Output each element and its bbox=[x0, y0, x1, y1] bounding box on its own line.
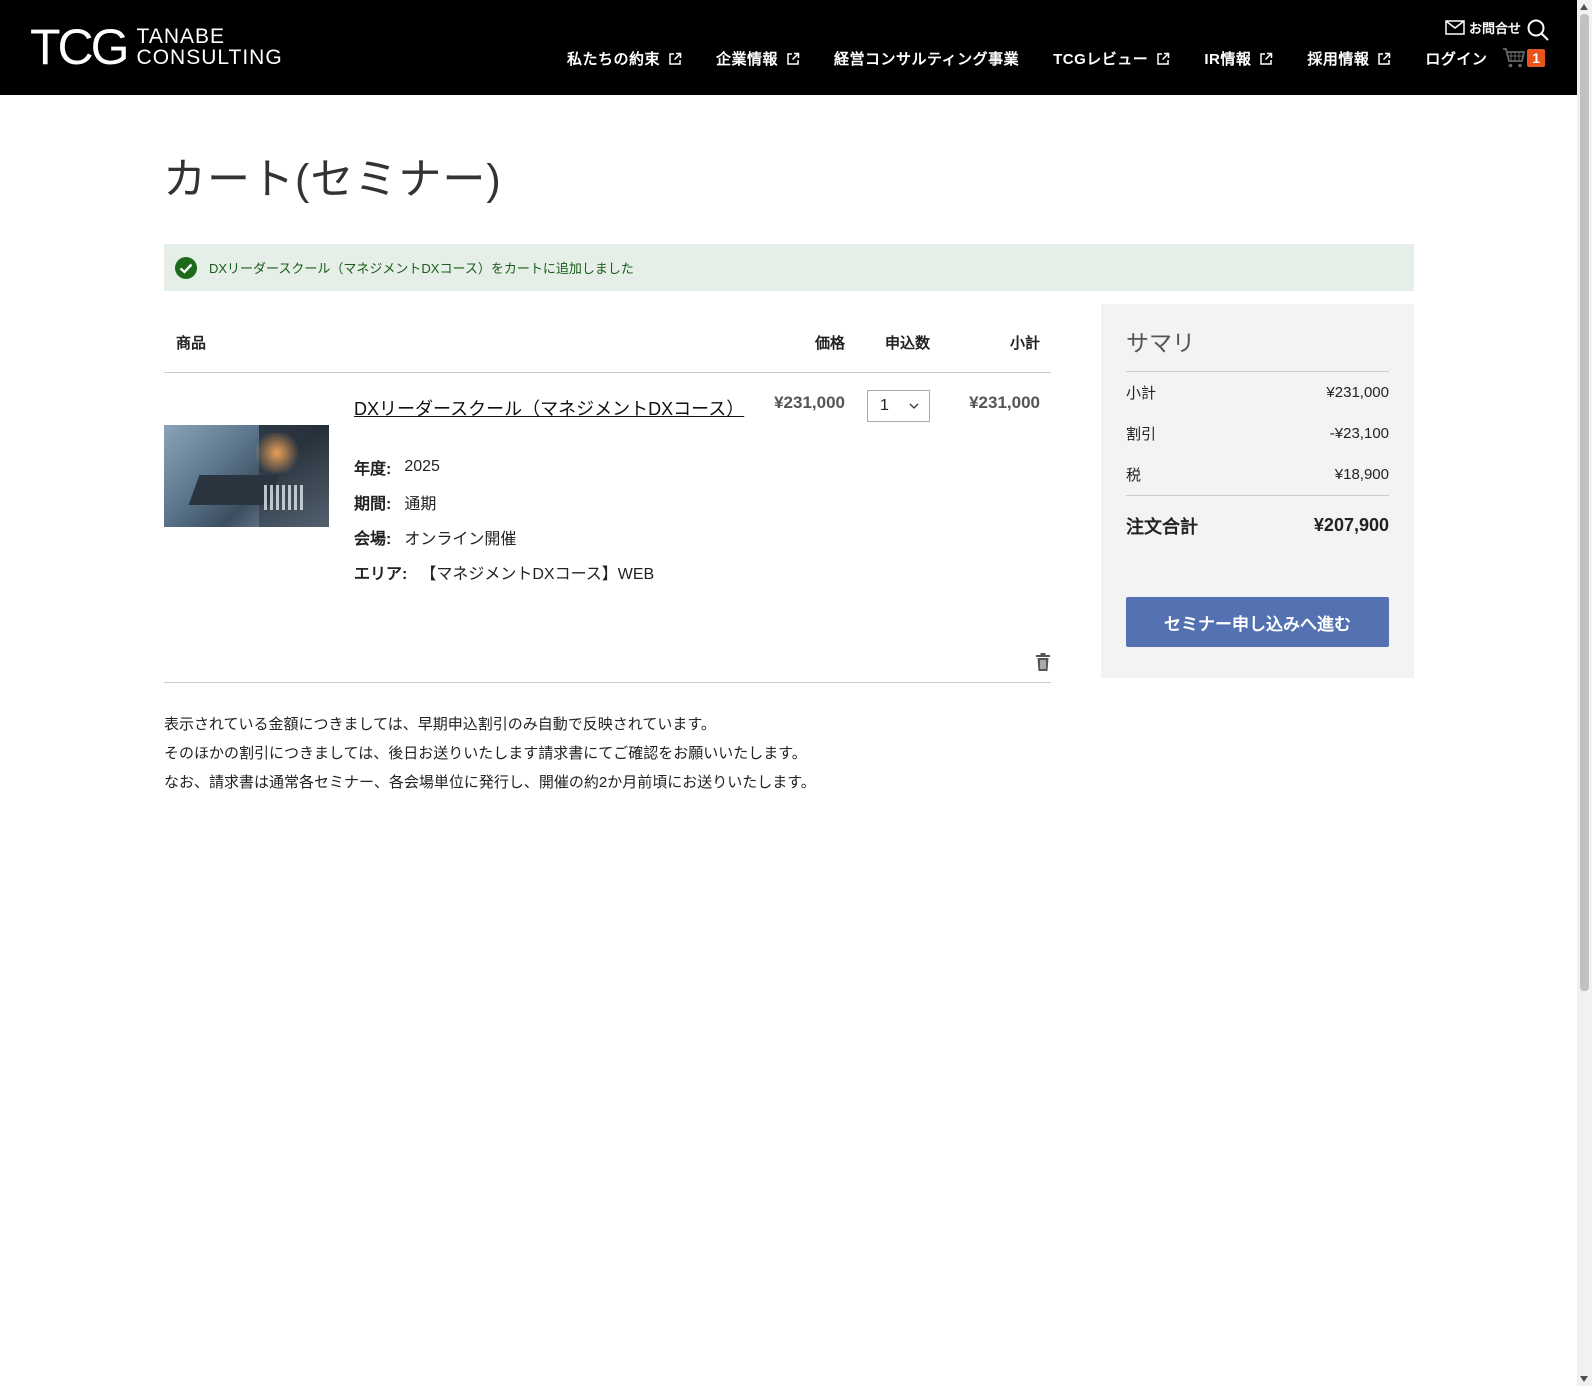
nav-item-ir[interactable]: IR情報 bbox=[1204, 48, 1273, 69]
header-product: 商品 bbox=[176, 335, 207, 352]
image-chart-overlay bbox=[264, 485, 304, 510]
product-name-link[interactable]: DXリーダースクール（マネジメントDXコース） bbox=[354, 395, 744, 421]
nav-label: IR情報 bbox=[1204, 51, 1252, 68]
scroll-thumb[interactable] bbox=[1580, 14, 1589, 991]
table-row: DXリーダースクール（マネジメントDXコース） ¥231,000 1 ¥231,… bbox=[164, 373, 1051, 683]
item-subtotal: ¥231,000 bbox=[969, 393, 1040, 412]
image-glow bbox=[252, 433, 302, 473]
item-options: 年度: 2025 期間: 通期 会場: オンライン開催 エリア: 【マネジメント… bbox=[354, 449, 654, 589]
page-scrollbar[interactable] bbox=[1577, 0, 1592, 1386]
option-value: 2025 bbox=[404, 457, 440, 475]
success-alert: DXリーダースクール（マネジメントDXコース）をカートに追加しました bbox=[164, 244, 1414, 291]
option-label: 会場: bbox=[354, 530, 392, 548]
scroll-up-arrow-icon[interactable] bbox=[1580, 4, 1588, 10]
option-label: エリア: bbox=[354, 565, 408, 583]
option-value: 【マネジメントDXコース】WEB bbox=[420, 565, 655, 583]
item-price: ¥231,000 bbox=[774, 393, 845, 412]
nav-label: 採用情報 bbox=[1307, 51, 1370, 68]
check-circle-icon bbox=[175, 256, 197, 279]
mail-icon bbox=[1445, 20, 1465, 35]
nav-item-company[interactable]: 企業情報 bbox=[716, 48, 800, 69]
nav-item-promise[interactable]: 私たちの約束 bbox=[567, 48, 682, 69]
logo-line2: CONSULTING bbox=[136, 46, 283, 69]
summary-tax-row: 税 ¥18,900 bbox=[1126, 454, 1389, 495]
option-period: 期間: 通期 bbox=[354, 484, 654, 519]
nav-item-login[interactable]: ログイン bbox=[1425, 48, 1487, 69]
main-nav: 私たちの約束 企業情報 経営コンサルティング事業 TCGレビュー IR情報 採用… bbox=[567, 48, 1521, 69]
pricing-notes: 表示されている金額につきましては、早期申込割引のみ自動で反映されています。 その… bbox=[164, 710, 816, 797]
option-year: 年度: 2025 bbox=[354, 449, 654, 484]
external-link-icon bbox=[787, 52, 800, 65]
header-qty: 申込数 bbox=[884, 335, 930, 352]
contact-link[interactable]: お問合せ bbox=[1445, 18, 1521, 37]
alert-message: DXリーダースクール（マネジメントDXコース）をカートに追加しました bbox=[209, 261, 634, 276]
chevron-down-icon bbox=[909, 403, 919, 409]
cart-count-badge: 1 bbox=[1527, 49, 1545, 67]
summary-discount-label: 割引 bbox=[1126, 426, 1157, 443]
nav-label: ログイン bbox=[1425, 51, 1488, 68]
logo-mark: TCG bbox=[30, 19, 130, 75]
page-title: カート(セミナー) bbox=[163, 156, 502, 204]
quantity-value: 1 bbox=[880, 397, 889, 414]
external-link-icon bbox=[1157, 52, 1170, 65]
tcg-logo[interactable]: TCG TANABE CONSULTING bbox=[30, 22, 283, 72]
site-header: TCG TANABE CONSULTING お問合せ 私たちの約束 企業情報 経… bbox=[0, 0, 1577, 95]
summary-total-value: ¥207,900 bbox=[1313, 515, 1389, 535]
cart-button[interactable]: 1 bbox=[1502, 47, 1545, 69]
trash-icon[interactable] bbox=[1035, 652, 1051, 672]
nav-label: 私たちの約束 bbox=[567, 51, 661, 68]
summary-subtotal-label: 小計 bbox=[1126, 385, 1157, 402]
logo-wordmark: TANABE CONSULTING bbox=[137, 26, 283, 68]
external-link-icon bbox=[669, 52, 682, 65]
option-label: 期間: bbox=[354, 495, 392, 513]
nav-item-recruit[interactable]: 採用情報 bbox=[1307, 48, 1391, 69]
option-value: 通期 bbox=[404, 495, 437, 513]
summary-total-row: 注文合計 ¥207,900 bbox=[1126, 495, 1389, 555]
search-icon[interactable] bbox=[1526, 18, 1550, 42]
summary-tax-value: ¥18,900 bbox=[1334, 466, 1389, 483]
option-venue: 会場: オンライン開催 bbox=[354, 519, 654, 554]
scroll-down-arrow-icon[interactable] bbox=[1580, 1376, 1588, 1382]
note-line: なお、請求書は通常各セミナー、各会場単位に発行し、開催の約2か月前頃にお送りいた… bbox=[164, 774, 816, 791]
summary-subtotal-value: ¥231,000 bbox=[1326, 384, 1389, 401]
table-header: 商品 価格 申込数 小計 bbox=[164, 304, 1051, 373]
summary-title: サマリ bbox=[1126, 304, 1389, 372]
checkout-button[interactable]: セミナー申し込みへ進む bbox=[1126, 597, 1389, 647]
contact-label: お問合せ bbox=[1468, 21, 1521, 36]
note-line: 表示されている金額につきましては、早期申込割引のみ自動で反映されています。 bbox=[164, 716, 716, 733]
order-summary: サマリ 小計 ¥231,000 割引 -¥23,100 税 ¥18,900 注文… bbox=[1101, 304, 1414, 678]
quantity-select[interactable]: 1 bbox=[867, 390, 930, 422]
summary-tax-label: 税 bbox=[1126, 467, 1142, 484]
nav-label: 企業情報 bbox=[716, 51, 779, 68]
option-label: 年度: bbox=[354, 460, 392, 478]
option-value: オンライン開催 bbox=[404, 530, 517, 548]
nav-label: 経営コンサルティング事業 bbox=[834, 51, 1020, 68]
summary-discount-value: -¥23,100 bbox=[1329, 425, 1389, 442]
cart-table: 商品 価格 申込数 小計 DXリーダースクール（マネジメントDXコース） ¥23… bbox=[164, 304, 1051, 683]
nav-item-tcg-review[interactable]: TCGレビュー bbox=[1053, 48, 1170, 69]
cart-icon bbox=[1503, 48, 1526, 68]
external-link-icon bbox=[1378, 52, 1391, 65]
external-link-icon bbox=[1260, 52, 1273, 65]
header-subtotal: 小計 bbox=[1009, 335, 1040, 352]
logo-line1: TANABE bbox=[136, 25, 226, 48]
note-line: そのほかの割引につきましては、後日お送りいたします請求書にてご確認をお願いいたし… bbox=[164, 745, 807, 762]
summary-discount-row: 割引 -¥23,100 bbox=[1126, 413, 1389, 454]
option-area: エリア: 【マネジメントDXコース】WEB bbox=[354, 554, 654, 589]
product-image[interactable] bbox=[164, 425, 329, 527]
nav-item-consulting[interactable]: 経営コンサルティング事業 bbox=[834, 48, 1019, 69]
nav-label: TCGレビュー bbox=[1053, 51, 1149, 68]
summary-subtotal-row: 小計 ¥231,000 bbox=[1126, 372, 1389, 413]
summary-total-label: 注文合計 bbox=[1126, 516, 1198, 537]
header-price: 価格 bbox=[814, 335, 845, 352]
